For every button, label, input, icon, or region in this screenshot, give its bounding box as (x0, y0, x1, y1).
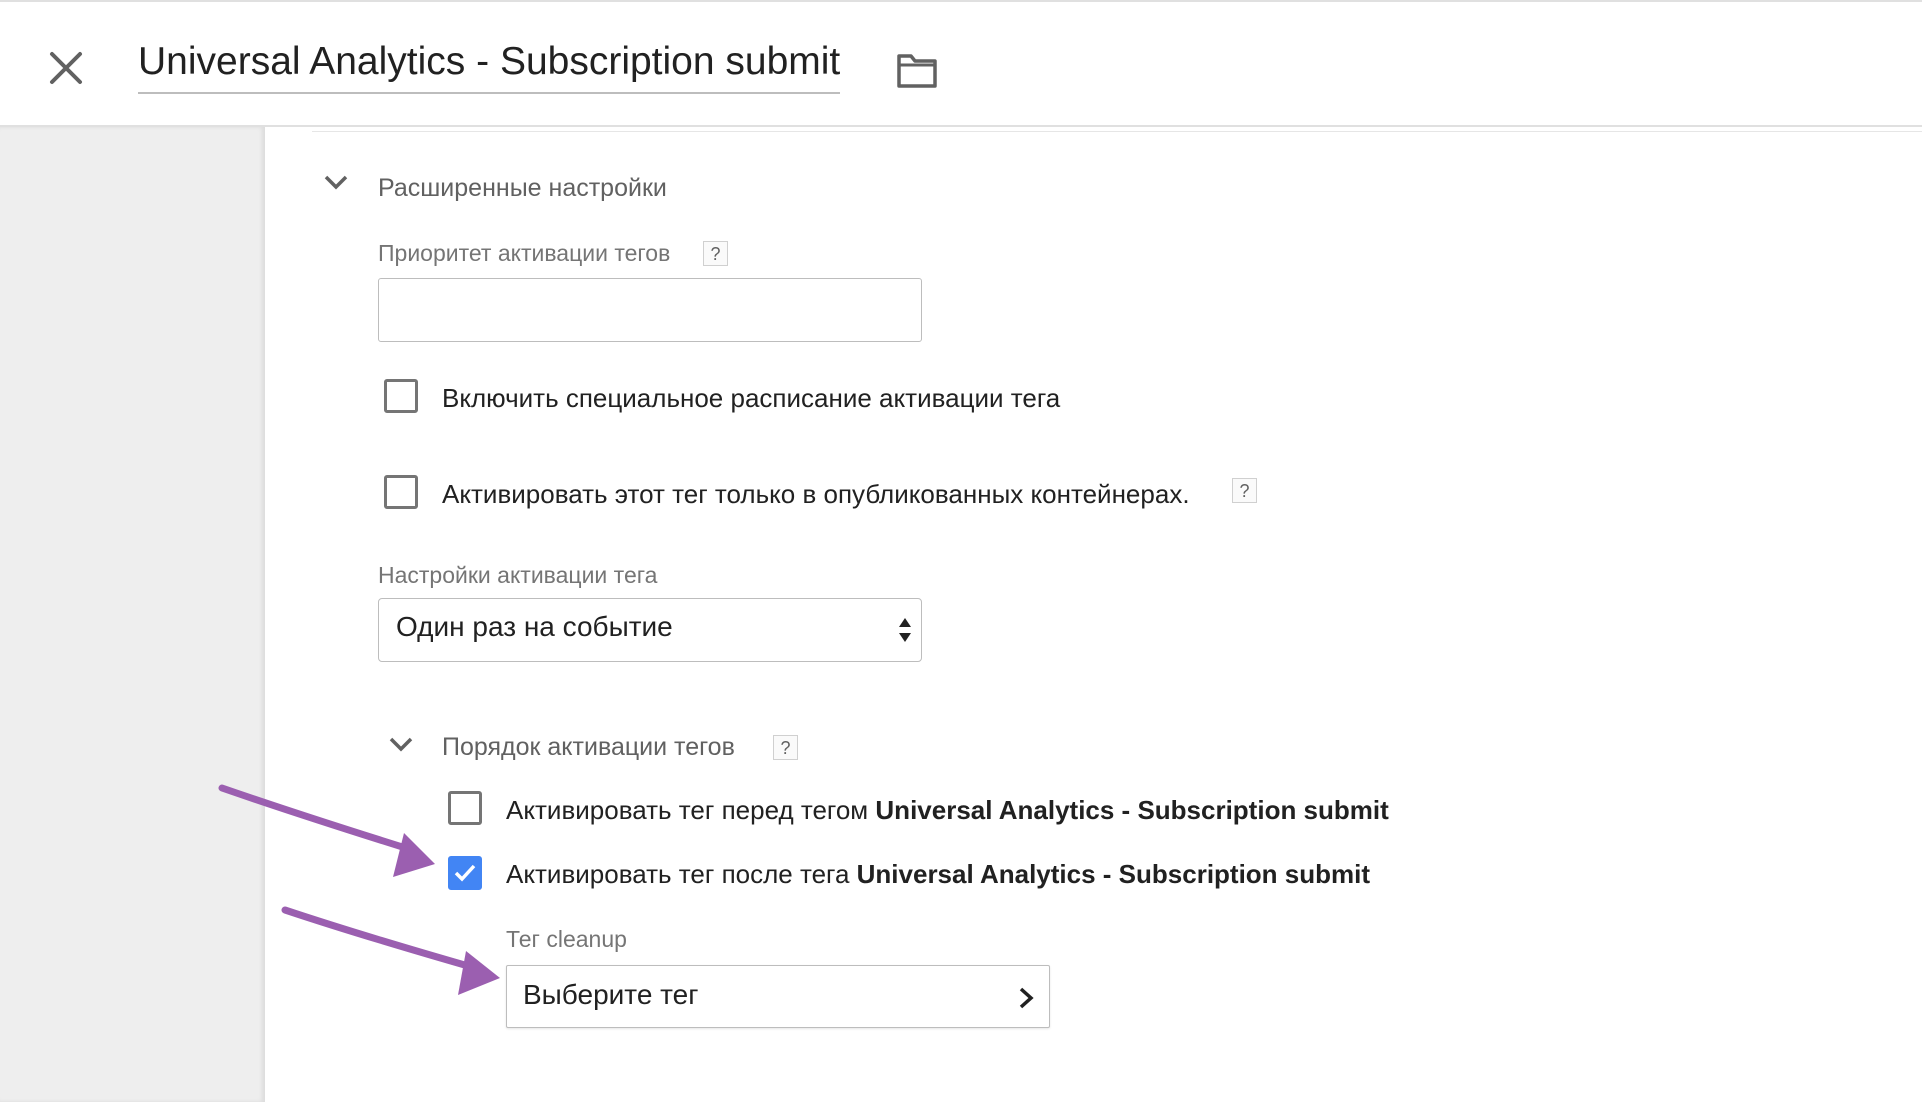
firing-options-label: Настройки активации тега (378, 562, 658, 588)
sequencing-help-icon[interactable]: ? (773, 735, 798, 760)
published-only-help-icon[interactable]: ? (1232, 478, 1257, 503)
priority-help-icon[interactable]: ? (703, 241, 728, 266)
cleanup-tag-picker[interactable]: Выберите тег (506, 965, 1050, 1028)
tag-name-title[interactable]: Universal Analytics - Subscription submi… (138, 40, 841, 94)
top-bar: Universal Analytics - Subscription submi… (0, 0, 1922, 127)
cleanup-tag-value: Выберите тег (523, 979, 699, 1010)
close-button[interactable] (42, 44, 90, 92)
fire-before-tag-name: Universal Analytics - Subscription submi… (875, 795, 1389, 825)
published-only-label[interactable]: Активировать этот тег только в опубликов… (442, 479, 1190, 510)
published-only-checkbox[interactable] (384, 475, 418, 509)
fire-after-tag-name: Universal Analytics - Subscription submi… (856, 859, 1371, 889)
up-down-arrows-icon (899, 618, 911, 642)
fire-before-prefix: Активировать тег перед тегом (506, 795, 876, 825)
firing-options-value: Один раз на событие (396, 611, 673, 642)
close-icon (50, 52, 82, 84)
cleanup-tag-label: Тег cleanup (506, 926, 627, 952)
folder-icon (897, 54, 937, 88)
chevron-down-icon[interactable] (388, 734, 414, 754)
priority-label: Приоритет активации тегов (378, 240, 671, 266)
chevron-right-icon (1019, 987, 1034, 1009)
fire-before-label[interactable]: Активировать тег перед тегом Universal A… (506, 795, 1389, 826)
fire-after-label[interactable]: Активировать тег после тега Universal An… (506, 859, 1370, 890)
chevron-down-icon[interactable] (323, 172, 349, 192)
left-pane (0, 127, 265, 1102)
schedule-checkbox-label[interactable]: Включить специальное расписание активаци… (442, 383, 1060, 414)
checkmark-icon (454, 864, 476, 882)
folder-button[interactable] (896, 50, 938, 90)
advanced-settings-title[interactable]: Расширенные настройки (378, 174, 667, 203)
priority-input[interactable] (378, 278, 922, 342)
schedule-checkbox[interactable] (384, 379, 418, 413)
fire-after-checkbox[interactable] (448, 856, 482, 890)
tag-sequencing-title[interactable]: Порядок активации тегов (442, 733, 735, 762)
firing-options-select[interactable]: Один раз на событие (378, 598, 922, 662)
fire-after-prefix: Активировать тег после тега (506, 859, 857, 889)
fire-before-checkbox[interactable] (448, 791, 482, 825)
card-divider (312, 131, 1922, 132)
